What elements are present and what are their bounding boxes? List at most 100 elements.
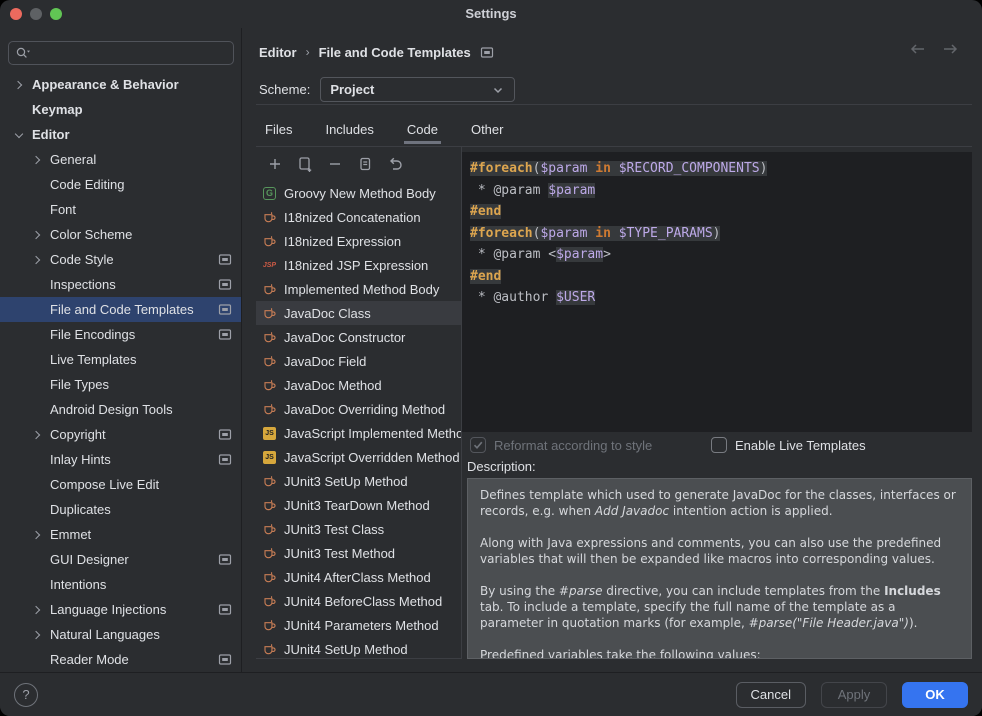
sidebar-item[interactable]: Intentions: [0, 572, 241, 597]
chevron-icon[interactable]: [29, 602, 45, 618]
chevron-icon[interactable]: [29, 627, 45, 643]
ok-button[interactable]: OK: [902, 682, 968, 708]
help-button[interactable]: ?: [14, 683, 38, 707]
sidebar-item[interactable]: Editor: [0, 122, 241, 147]
sidebar-item-label: Inlay Hints: [50, 452, 111, 467]
pane-settings-icon: [218, 653, 232, 666]
sidebar-item[interactable]: Inlay Hints: [0, 447, 241, 472]
tab[interactable]: Code: [404, 116, 441, 144]
window-title: Settings: [0, 0, 982, 28]
template-list-item[interactable]: JS JavaScript Implemented Method: [256, 421, 461, 445]
sidebar-item[interactable]: Compose Live Edit: [0, 472, 241, 497]
template-toolbar: [256, 147, 461, 181]
sidebar-item-label: Code Editing: [50, 177, 124, 192]
template-name: I18nized Concatenation: [284, 210, 421, 225]
add-template-button[interactable]: [265, 154, 285, 174]
create-child-template-button[interactable]: [295, 154, 315, 174]
jsp-icon: JSP: [262, 258, 277, 273]
breadcrumb-editor[interactable]: Editor: [259, 45, 297, 60]
template-list-item[interactable]: Implemented Method Body: [256, 277, 461, 301]
template-list-item[interactable]: I18nized Expression: [256, 229, 461, 253]
template-list-item[interactable]: JUnit4 SetUp Method: [256, 637, 461, 659]
template-list-item[interactable]: JavaDoc Class: [256, 301, 461, 325]
sidebar-item[interactable]: File Encodings: [0, 322, 241, 347]
sidebar-item[interactable]: Copyright: [0, 422, 241, 447]
java-icon: [262, 378, 277, 393]
chevron-icon[interactable]: [11, 77, 27, 93]
sidebar-item-label: Color Scheme: [50, 227, 132, 242]
tab-label: Code: [407, 122, 438, 137]
sidebar-item[interactable]: Android Design Tools: [0, 397, 241, 422]
template-list-item[interactable]: JSP I18nized JSP Expression: [256, 253, 461, 277]
template-editor[interactable]: #foreach($param in $RECORD_COMPONENTS) *…: [462, 152, 972, 432]
sidebar-item[interactable]: Appearance & Behavior: [0, 72, 241, 97]
chevron-icon[interactable]: [29, 252, 45, 268]
forward-arrow-icon[interactable]: [942, 42, 960, 56]
template-list-item[interactable]: I18nized Concatenation: [256, 205, 461, 229]
template-list-item[interactable]: JUnit3 TearDown Method: [256, 493, 461, 517]
sidebar-item-label: General: [50, 152, 96, 167]
sidebar-item[interactable]: Code Editing: [0, 172, 241, 197]
scheme-row: Scheme: Project: [259, 77, 515, 102]
sidebar-item[interactable]: Code Style: [0, 247, 241, 272]
java-icon: [262, 594, 277, 609]
remove-template-button[interactable]: [325, 154, 345, 174]
tab[interactable]: Files: [262, 116, 295, 144]
description-panel: Defines template which used to generate …: [467, 478, 972, 659]
live-templates-option[interactable]: Enable Live Templates: [711, 436, 866, 454]
sidebar-item[interactable]: Color Scheme: [0, 222, 241, 247]
cancel-button[interactable]: Cancel: [736, 682, 806, 708]
sidebar-item[interactable]: Emmet: [0, 522, 241, 547]
sidebar-item[interactable]: GUI Designer: [0, 547, 241, 572]
template-list-item[interactable]: JUnit4 AfterClass Method: [256, 565, 461, 589]
java-icon: [262, 498, 277, 513]
java-icon: [262, 234, 277, 249]
template-list-item[interactable]: JUnit3 Test Method: [256, 541, 461, 565]
chevron-icon[interactable]: [29, 527, 45, 543]
reset-template-button[interactable]: [385, 154, 405, 174]
apply-button[interactable]: Apply: [821, 682, 887, 708]
template-name: JUnit4 SetUp Method: [284, 642, 408, 657]
template-list-item[interactable]: JS JavaScript Overridden Method: [256, 445, 461, 469]
template-list-item[interactable]: JavaDoc Method: [256, 373, 461, 397]
chevron-icon[interactable]: [11, 127, 27, 143]
live-templates-checkbox[interactable]: [711, 437, 727, 453]
sidebar-item[interactable]: General: [0, 147, 241, 172]
template-list-item[interactable]: G Groovy New Method Body: [256, 181, 461, 205]
template-list-item[interactable]: JavaDoc Constructor: [256, 325, 461, 349]
pane-settings-icon: [218, 428, 232, 441]
search-input[interactable]: [8, 41, 234, 65]
sidebar-item[interactable]: File and Code Templates: [0, 297, 241, 322]
copy-template-button[interactable]: [355, 154, 375, 174]
sidebar-item[interactable]: Keymap: [0, 97, 241, 122]
scheme-value: Project: [330, 82, 374, 97]
template-list-item[interactable]: JUnit3 SetUp Method: [256, 469, 461, 493]
sidebar-item[interactable]: Reader Mode: [0, 647, 241, 672]
template-list-item[interactable]: JUnit4 BeforeClass Method: [256, 589, 461, 613]
sidebar-item[interactable]: Natural Languages: [0, 622, 241, 647]
template-list-item[interactable]: JUnit3 Test Class: [256, 517, 461, 541]
reformat-option[interactable]: Reformat according to style: [470, 436, 652, 454]
template-list-item[interactable]: JavaDoc Field: [256, 349, 461, 373]
chevron-icon[interactable]: [29, 427, 45, 443]
sidebar-item[interactable]: Font: [0, 197, 241, 222]
sidebar-item[interactable]: Language Injections: [0, 597, 241, 622]
back-arrow-icon[interactable]: [908, 42, 926, 56]
chevron-icon[interactable]: [29, 227, 45, 243]
template-name: JUnit4 AfterClass Method: [284, 570, 431, 585]
reformat-checkbox[interactable]: [470, 437, 486, 453]
tab[interactable]: Includes: [322, 116, 376, 144]
divider: [256, 104, 972, 105]
live-templates-label: Enable Live Templates: [735, 438, 866, 453]
sidebar-item-label: Emmet: [50, 527, 91, 542]
sidebar-item[interactable]: File Types: [0, 372, 241, 397]
template-list-item[interactable]: JavaDoc Overriding Method: [256, 397, 461, 421]
scheme-dropdown[interactable]: Project: [320, 77, 515, 102]
sidebar-item[interactable]: Inspections: [0, 272, 241, 297]
sidebar-item[interactable]: Duplicates: [0, 497, 241, 522]
template-list-item[interactable]: JUnit4 Parameters Method: [256, 613, 461, 637]
chevron-icon[interactable]: [29, 152, 45, 168]
tab[interactable]: Other: [468, 116, 507, 144]
sidebar-item[interactable]: Live Templates: [0, 347, 241, 372]
js-icon: JS: [262, 426, 277, 441]
